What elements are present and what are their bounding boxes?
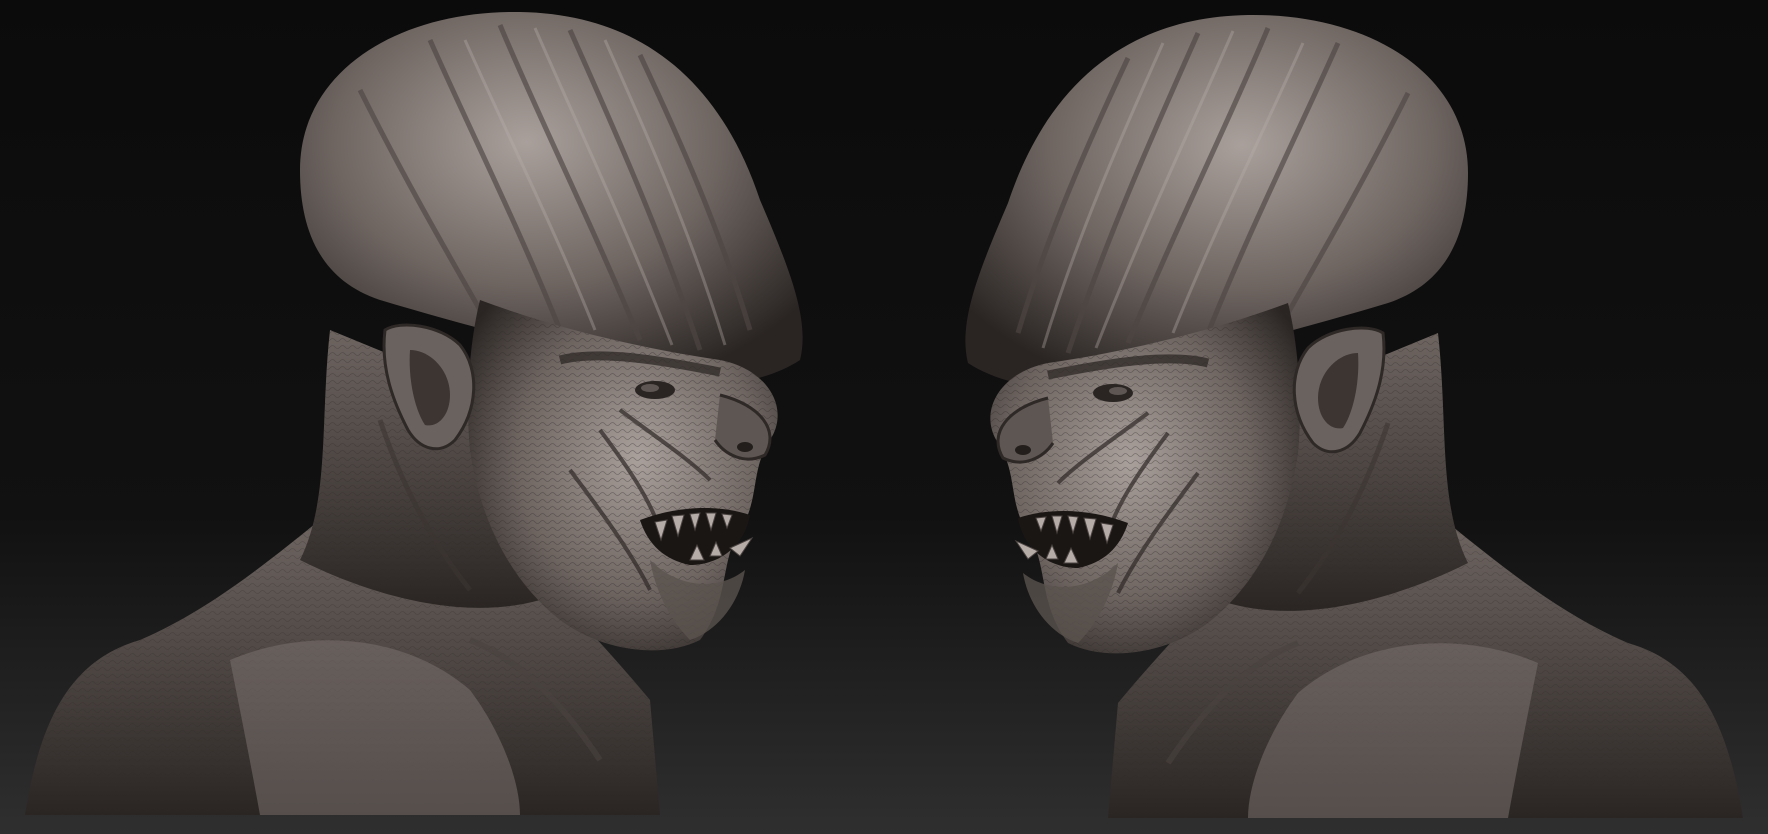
scene-canvas	[0, 0, 1768, 834]
sculpt-viewport	[0, 0, 1768, 834]
